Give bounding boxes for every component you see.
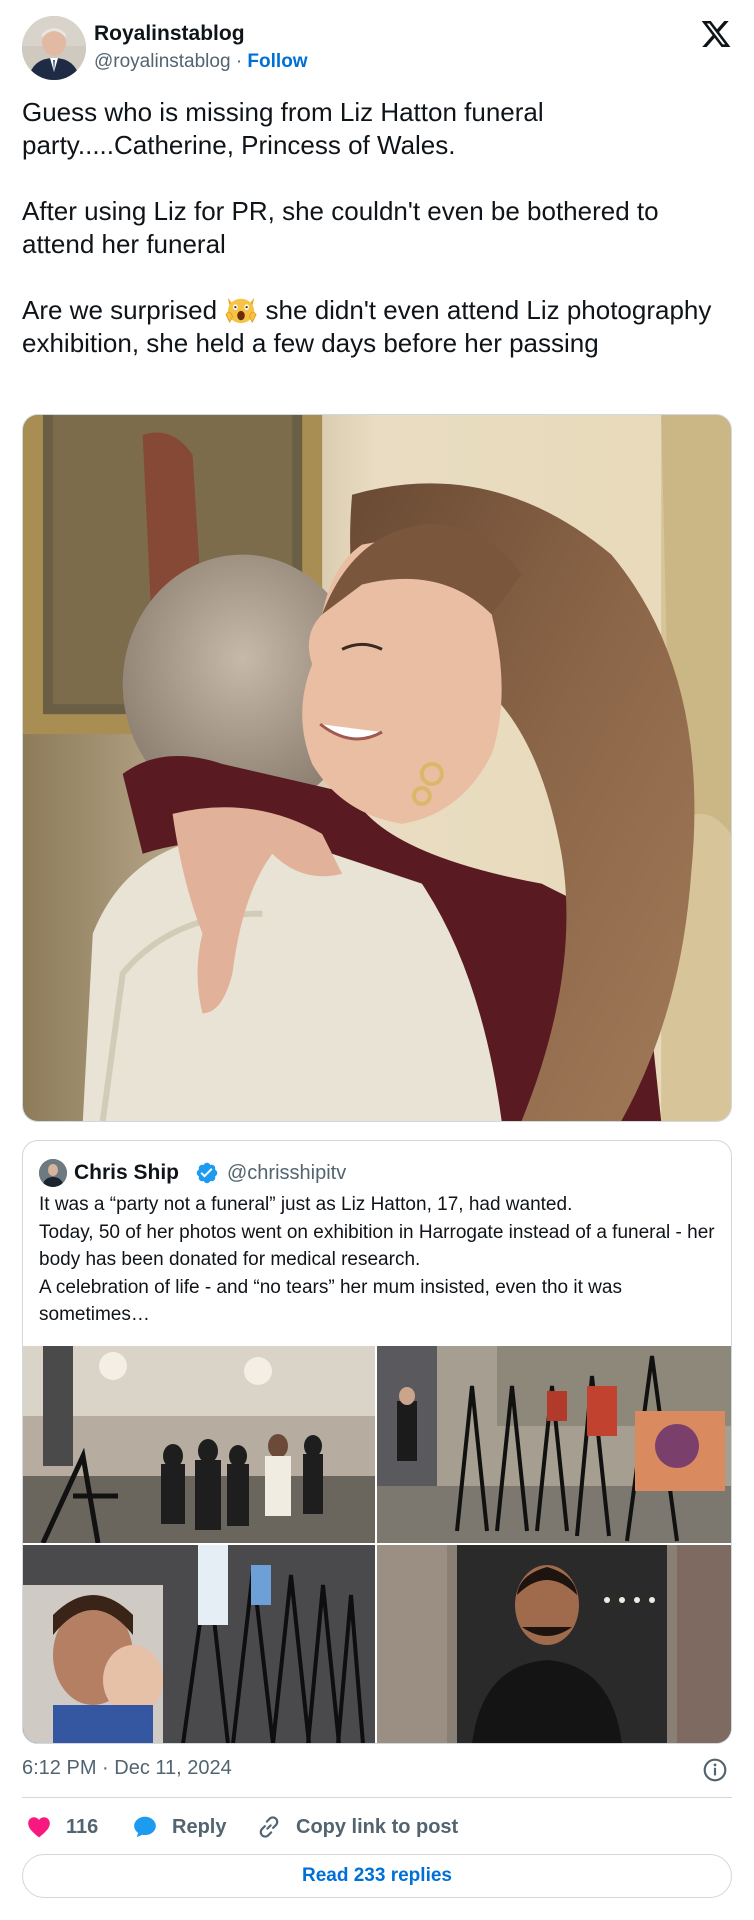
surprised-text: Are we surprised [22, 295, 218, 325]
author-name[interactable]: Royalinstablog [94, 22, 245, 46]
quoted-photo-2[interactable] [377, 1346, 731, 1543]
reply-bubble-icon [134, 1816, 156, 1838]
handle-separator: · [235, 51, 243, 72]
quoted-photo-4[interactable] [377, 1545, 731, 1743]
post-photo[interactable] [22, 414, 732, 1122]
post-timestamp[interactable]: 6:12 PM · Dec 11, 2024 [22, 1757, 232, 1780]
like-count: 116 [66, 1815, 99, 1838]
like-button[interactable]: 116 [26, 1812, 98, 1842]
post-header: Royalinstablog @royalinstablog · Follow [22, 16, 732, 82]
copy-link-button[interactable]: Copy link to post [256, 1812, 458, 1842]
face-screaming-in-fear-cat-emoji-icon [225, 297, 257, 324]
author-avatar[interactable] [22, 16, 86, 80]
quoted-post-text: It was a “party not a funeral” just as L… [39, 1194, 715, 1325]
copy-link-label: Copy link to post [296, 1815, 459, 1838]
quoted-author-avatar [39, 1159, 67, 1187]
embedded-post-card: Royalinstablog @royalinstablog · Follow … [0, 0, 754, 1920]
post-text: Guess who is missing from Liz Hatton fun… [22, 96, 722, 360]
quoted-photo-1[interactable] [23, 1346, 375, 1543]
quoted-author-handle: @chrisshipitv [227, 1162, 347, 1184]
reply-button[interactable]: Reply [132, 1812, 226, 1842]
reply-label: Reply [172, 1815, 227, 1838]
post-paragraph-1: Guess who is missing from Liz Hatton fun… [22, 97, 544, 160]
link-icon [259, 1816, 279, 1838]
divider [22, 1797, 732, 1798]
quoted-photo-grid [23, 1346, 731, 1743]
info-icon[interactable] [702, 1757, 728, 1783]
read-replies-button[interactable]: Read 233 replies [22, 1854, 732, 1898]
author-handle-row: @royalinstablog · Follow [94, 51, 308, 73]
follow-button[interactable]: Follow [247, 51, 307, 72]
author-handle[interactable]: @royalinstablog [94, 51, 231, 72]
quoted-photo-3[interactable] [23, 1545, 375, 1743]
heart-icon [28, 1817, 50, 1838]
quoted-post[interactable]: Chris Ship @chrisshipitv It was a “party… [22, 1140, 732, 1744]
post-paragraph-3: Are we surprised she didn't even attend … [22, 294, 722, 360]
post-actions: 116 Reply Copy link to post [22, 1812, 732, 1842]
x-logo-icon[interactable] [700, 18, 732, 50]
post-paragraph-2: After using Liz for PR, she couldn't eve… [22, 196, 659, 259]
verified-badge-icon [196, 1162, 218, 1184]
quoted-author-name: Chris Ship [74, 1161, 180, 1184]
